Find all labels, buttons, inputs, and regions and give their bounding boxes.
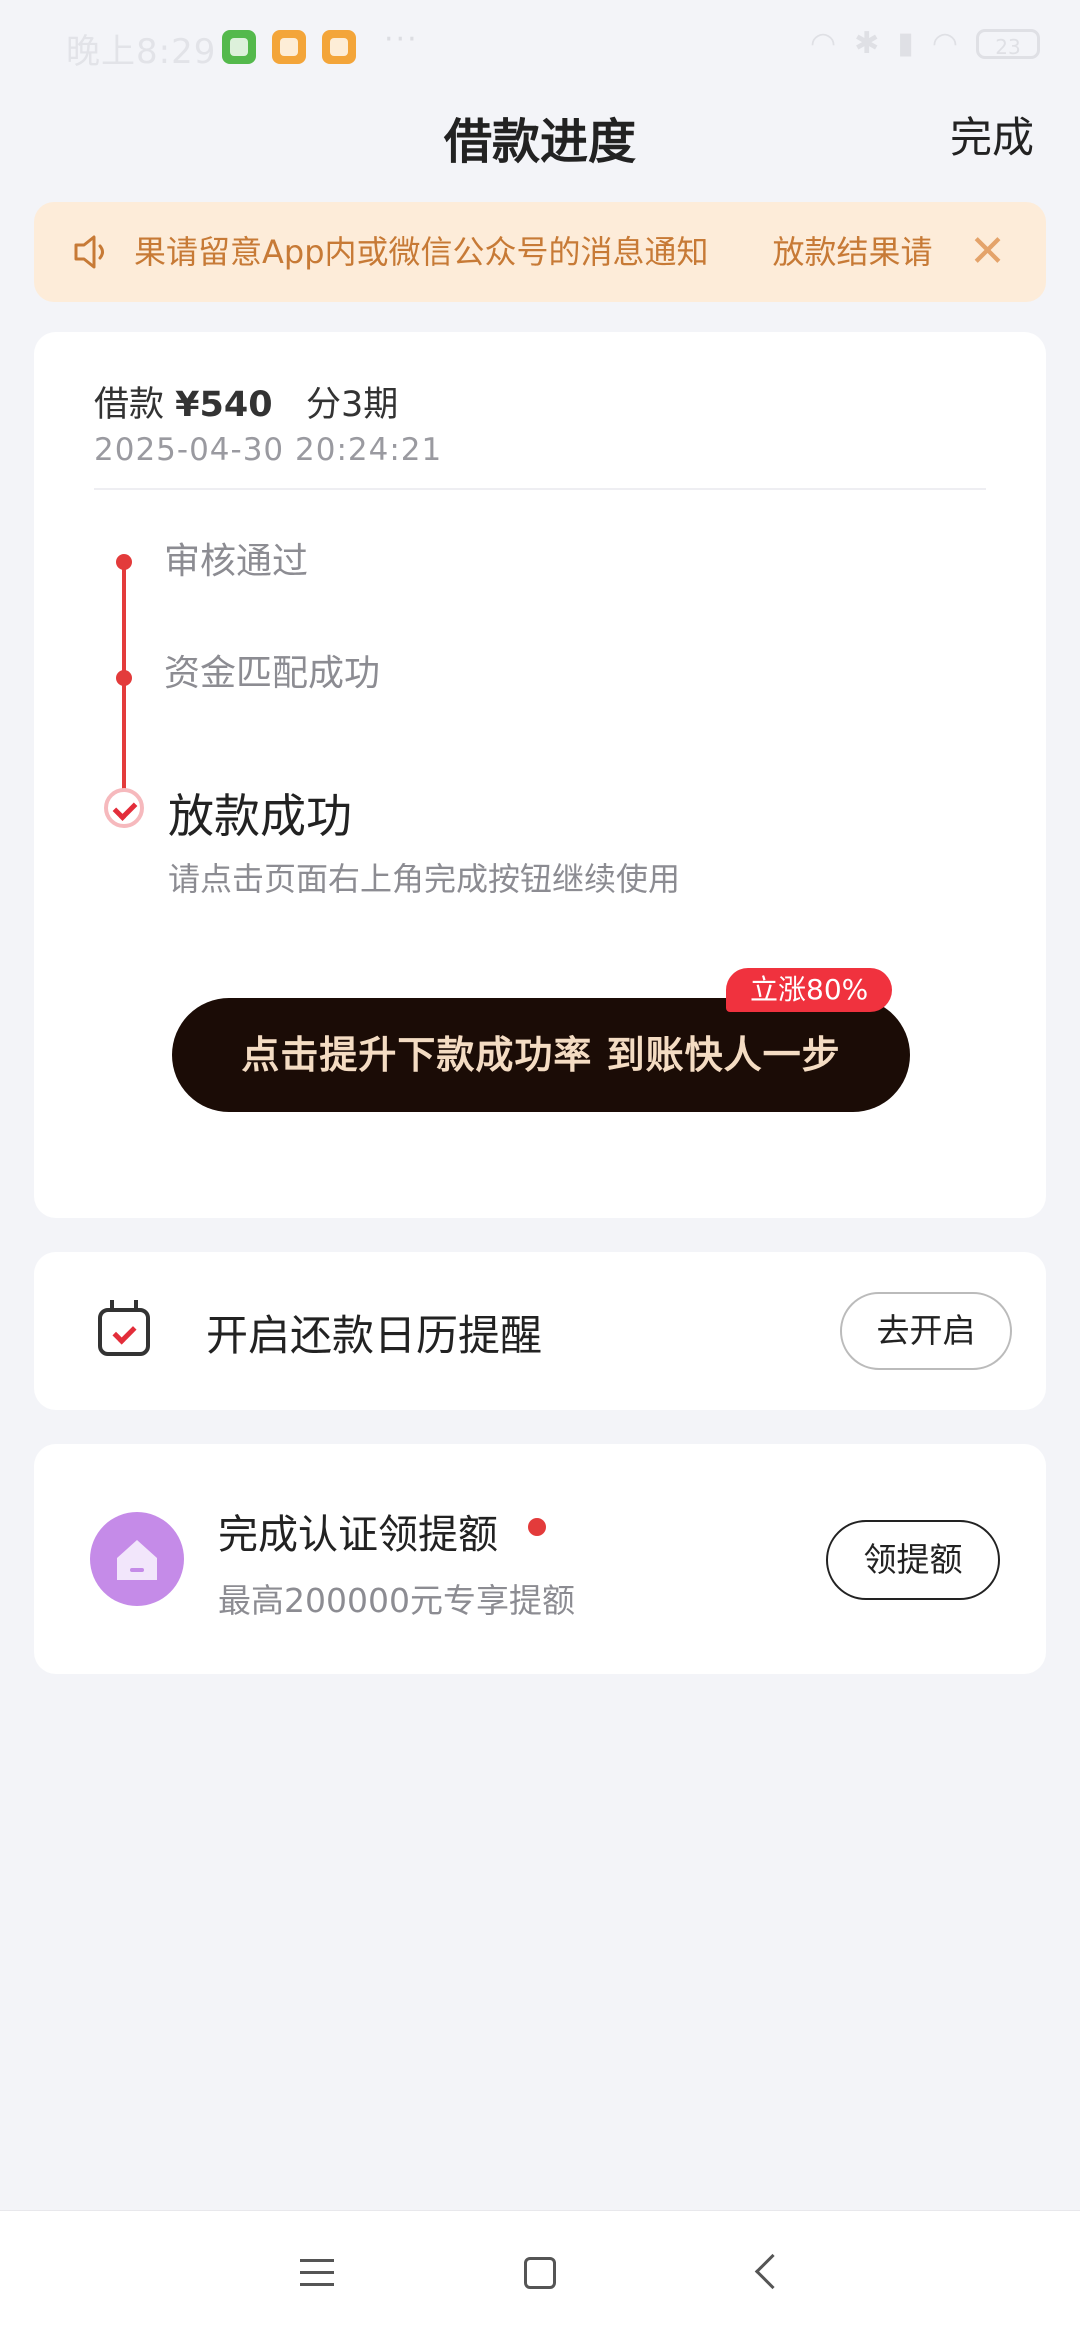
home-avatar: [90, 1512, 184, 1606]
timeline-step-disbursed: 放款成功: [168, 789, 352, 843]
divider: [94, 488, 986, 490]
boost-badge: 立涨80%: [726, 968, 893, 1012]
app-notification-icon: [222, 30, 256, 64]
more-notifications-icon: ···: [384, 22, 419, 57]
status-bar: 晚上8:29 ··· ◠ ✱ ▮ ◠ 23: [0, 0, 1080, 90]
app-notification-icon: [272, 30, 306, 64]
system-nav-bar: [0, 2210, 1080, 2341]
loan-summary: 借款 ¥540 分3期: [94, 376, 398, 427]
timeline-dot: [116, 554, 132, 570]
signal-icon: ▮: [897, 26, 914, 61]
wifi-icon: ◠: [809, 26, 837, 61]
page-title: 借款进度: [443, 114, 636, 170]
timeline-dot: [116, 670, 132, 686]
loan-amount: ¥540: [175, 385, 273, 425]
bluetooth-icon: ✱: [854, 26, 880, 61]
check-circle-icon: [104, 788, 144, 828]
app-notification-icon: [322, 30, 356, 64]
calendar-reminder-card: 开启还款日历提醒 去开启: [34, 1252, 1046, 1410]
claim-limit-button[interactable]: 领提额: [826, 1520, 1000, 1600]
certification-subtitle: 最高200000元专享提额: [218, 1581, 575, 1620]
timeline-step-review: 审核通过: [164, 541, 309, 582]
close-icon[interactable]: ✕: [969, 226, 1006, 277]
certification-card: 完成认证领提额 最高200000元专享提额 领提额: [34, 1444, 1046, 1674]
back-icon[interactable]: [754, 2253, 791, 2290]
notification-dot: [528, 1518, 546, 1536]
enable-calendar-button[interactable]: 去开启: [840, 1292, 1012, 1370]
status-time: 晚上8:29: [66, 32, 217, 72]
timeline-step-desc: 请点击页面右上角完成按钮继续使用: [168, 860, 681, 898]
loan-datetime: 2025-04-30 20:24:21: [94, 432, 443, 468]
menu-icon[interactable]: [300, 2259, 334, 2286]
page-header: 借款进度 完成: [0, 90, 1080, 200]
battery-icon: 23: [976, 28, 1040, 59]
loan-amount-label: 借款: [94, 385, 165, 425]
timeline-step-funding: 资金匹配成功: [164, 653, 381, 694]
house-icon: [117, 1540, 157, 1580]
done-button[interactable]: 完成: [950, 104, 1034, 165]
notice-bar: 果请留意App内或微信公众号的消息通知 放款结果请 ✕: [34, 202, 1046, 302]
notice-text: 果请留意App内或微信公众号的消息通知 放款结果请: [134, 233, 933, 271]
loan-installments: 分3期: [305, 385, 399, 425]
calendar-reminder-label: 开启还款日历提醒: [206, 1311, 543, 1360]
calendar-check-icon: [98, 1300, 150, 1356]
wifi-icon: ◠: [931, 26, 958, 61]
loan-progress-card: 借款 ¥540 分3期 2025-04-30 20:24:21 审核通过 资金匹…: [34, 332, 1046, 1218]
certification-title: 完成认证领提额: [218, 1512, 498, 1558]
home-icon[interactable]: [524, 2257, 556, 2289]
boost-success-rate-button[interactable]: 点击提升下款成功率 到账快人一步: [172, 998, 910, 1112]
speaker-icon: [74, 235, 104, 269]
